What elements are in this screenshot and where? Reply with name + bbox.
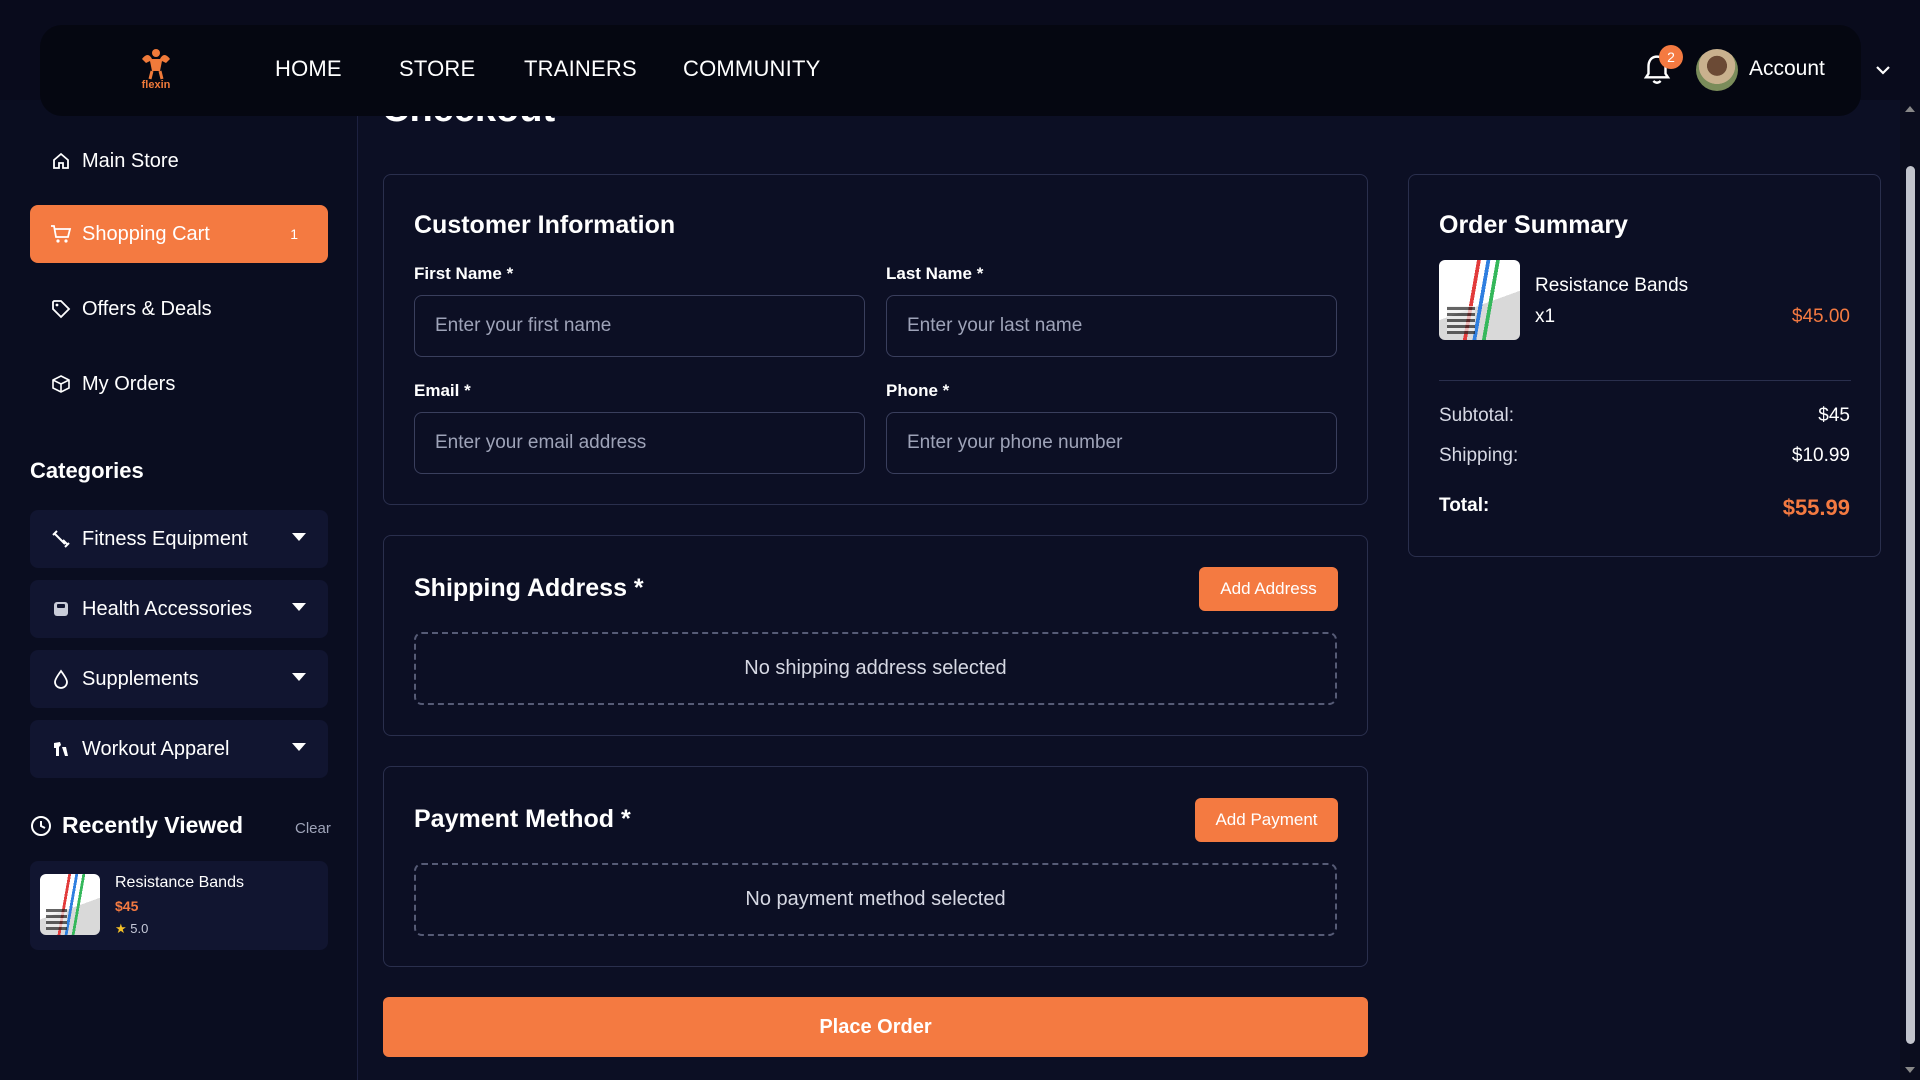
rating-value: 5.0 [130, 921, 149, 936]
sidebar-item-label: My Orders [82, 372, 176, 395]
recent-product-card[interactable]: Resistance Bands $45 ★ 5.0 [30, 861, 328, 950]
caret-down-icon[interactable] [292, 673, 306, 681]
caret-down-icon[interactable] [292, 603, 306, 611]
total-label: Total: [1439, 495, 1490, 516]
sidebar-item-my-orders[interactable]: My Orders [30, 355, 328, 413]
total-value: $55.99 [1782, 495, 1850, 520]
sidebar-item-shopping-cart[interactable]: Shopping Cart 1 [30, 205, 328, 263]
subtotal-value: $45 [1818, 405, 1850, 426]
notification-badge: 2 [1659, 45, 1683, 69]
scroll-down-arrow-icon[interactable] [1905, 1067, 1915, 1073]
phone-field[interactable] [886, 412, 1337, 474]
subtotal-label: Subtotal: [1439, 405, 1514, 426]
star-icon: ★ [115, 921, 127, 936]
chevron-down-icon[interactable] [1874, 61, 1892, 79]
nav-link-community[interactable]: COMMUNITY [683, 56, 820, 82]
shipping-address-title: Shipping Address * [414, 574, 644, 602]
last-name-input[interactable] [886, 295, 1337, 357]
caret-down-icon[interactable] [292, 533, 306, 541]
account-label[interactable]: Account [1749, 57, 1825, 81]
category-fitness-equipment[interactable]: Fitness Equipment [30, 510, 328, 568]
sidebar-item-main-store[interactable]: Main Store [30, 132, 328, 190]
sidebar-item-label: Shopping Cart [82, 222, 210, 245]
summary-item-price: $45.00 [1791, 306, 1850, 327]
phone-label: Phone * [886, 381, 950, 400]
cart-icon [50, 223, 72, 245]
shipping-address-card: Shipping Address * Add Address No shippi… [383, 535, 1368, 736]
categories-heading: Categories [30, 458, 144, 483]
add-address-button[interactable]: Add Address [1199, 567, 1338, 611]
sidebar-item-offers[interactable]: Offers & Deals [30, 280, 328, 338]
dumbbell-icon [50, 528, 72, 550]
payment-method-empty: No payment method selected [414, 863, 1337, 936]
scrollbar[interactable] [1900, 100, 1920, 1080]
recently-viewed-title: Recently Viewed [62, 812, 244, 838]
category-workout-apparel[interactable]: Workout Apparel [30, 720, 328, 778]
box-icon [50, 373, 72, 395]
product-thumbnail [1439, 260, 1520, 340]
shipping-label: Shipping: [1439, 445, 1519, 466]
email-field[interactable] [414, 412, 865, 474]
customer-info-title: Customer Information [414, 211, 676, 239]
recent-product-price: $45 [115, 898, 139, 914]
tag-icon [50, 298, 72, 320]
category-supplements[interactable]: Supplements [30, 650, 328, 708]
category-label: Workout Apparel [82, 737, 230, 760]
clear-recent-link[interactable]: Clear [295, 820, 331, 837]
caret-down-icon[interactable] [292, 743, 306, 751]
category-health-accessories[interactable]: Health Accessories [30, 580, 328, 638]
first-name-input[interactable] [414, 295, 865, 357]
summary-divider [1439, 380, 1851, 381]
drop-icon [50, 668, 72, 690]
category-label: Health Accessories [82, 597, 253, 620]
customer-info-card: Customer Information First Name * Last N… [383, 174, 1368, 505]
top-navbar: flexin HOME STORE TRAINERS COMMUNITY 2 A… [40, 25, 1890, 116]
order-summary-card: Order Summary Resistance Bands x1 $45.00… [1408, 174, 1881, 557]
place-order-button[interactable]: Place Order [383, 997, 1368, 1057]
shirt-icon [50, 738, 72, 760]
shipping-value: $10.99 [1791, 445, 1850, 466]
product-thumbnail [40, 874, 100, 935]
brand-name: flexin [141, 79, 171, 91]
payment-method-title: Payment Method * [414, 805, 631, 833]
avatar[interactable] [1696, 49, 1738, 91]
nav-link-store[interactable]: STORE [399, 56, 475, 82]
nav-link-trainers[interactable]: TRAINERS [524, 56, 637, 82]
category-label: Supplements [82, 667, 199, 690]
shipping-address-empty: No shipping address selected [414, 632, 1337, 705]
sidebar-item-label: Offers & Deals [82, 297, 212, 320]
category-label: Fitness Equipment [82, 527, 248, 550]
order-summary-title: Order Summary [1439, 211, 1628, 239]
summary-item-name: Resistance Bands [1535, 275, 1689, 296]
flexing-man-icon [142, 49, 170, 80]
first-name-label: First Name * [414, 264, 514, 283]
add-payment-button[interactable]: Add Payment [1195, 798, 1338, 842]
recent-product-name: Resistance Bands [115, 874, 244, 891]
scroll-up-arrow-icon[interactable] [1905, 106, 1915, 112]
brand-logo[interactable]: flexin [128, 47, 184, 95]
sidebar: Main Store Shopping Cart 1 Offers & Deal… [0, 100, 358, 1080]
clock-icon [31, 815, 51, 836]
scrollbar-thumb[interactable] [1906, 166, 1915, 1044]
cart-count-badge: 1 [290, 226, 298, 242]
recent-product-rating: ★ 5.0 [115, 921, 148, 937]
last-name-label: Last Name * [886, 264, 984, 283]
payment-method-card: Payment Method * Add Payment No payment … [383, 766, 1368, 967]
scale-icon [50, 598, 72, 620]
recently-viewed-heading: Recently Viewed [30, 812, 243, 839]
nav-link-home[interactable]: HOME [275, 56, 342, 82]
summary-item-qty: x1 [1535, 306, 1556, 327]
sidebar-item-label: Main Store [82, 149, 179, 172]
email-label: Email * [414, 381, 471, 400]
home-icon [50, 150, 72, 172]
